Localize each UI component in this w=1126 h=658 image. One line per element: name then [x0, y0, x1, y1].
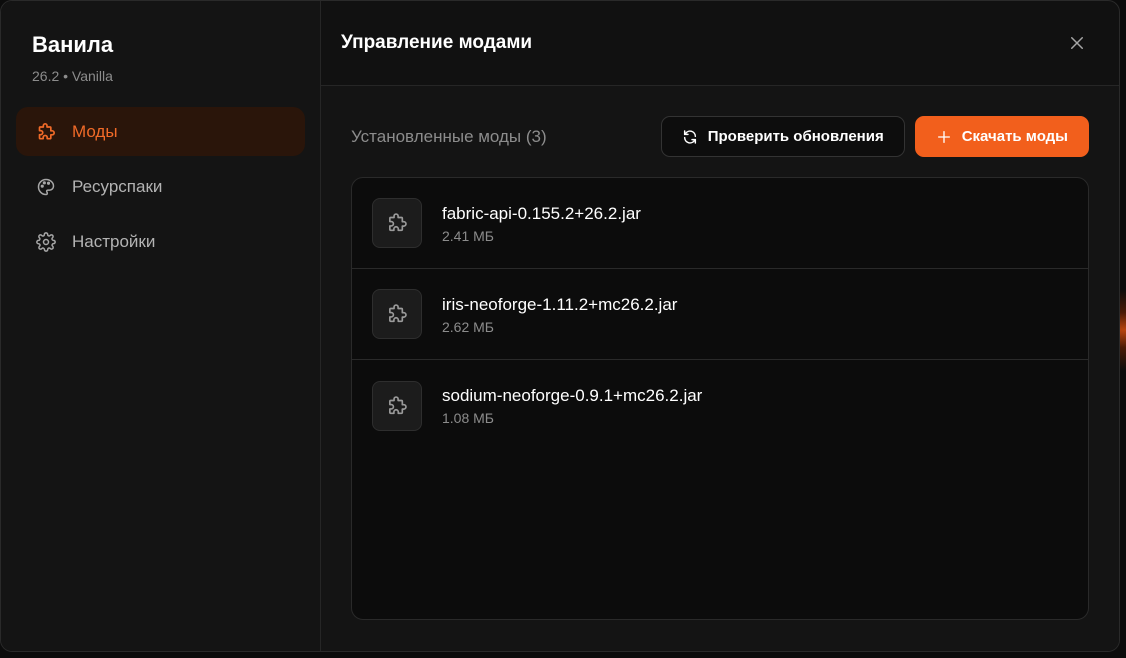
puzzle-icon: [372, 198, 422, 248]
mod-size: 2.41 МБ: [442, 227, 494, 244]
mod-size: 1.08 МБ: [442, 410, 494, 426]
plus-icon: [937, 130, 950, 143]
mod-info: sodium-neoforge-0.9.1+mc26.2.jar 1.08 МБ: [442, 385, 702, 426]
mod-item[interactable]: sodium-neoforge-0.9.1+mc26.2.jar 1.08 МБ: [352, 360, 1088, 451]
mod-item[interactable]: iris-neoforge-1.11.2+mc26.2.jar 2.62 МБ: [352, 269, 1088, 360]
puzzle-icon: [372, 289, 422, 339]
mod-info: iris-neoforge-1.11.2+mc26.2.jar 2.62 МБ: [442, 294, 677, 335]
page-title: Управление модами: [341, 32, 533, 53]
instance-version: 26.2 • Vanilla: [32, 68, 113, 84]
main-panel: Управление модами Установленные моды (3): [321, 1, 1119, 651]
puzzle-icon: [372, 380, 422, 431]
mod-item[interactable]: fabric-api-0.155.2+26.2.jar 2.41 МБ: [352, 178, 1088, 269]
sidebar-item-label: Настройки: [72, 231, 156, 251]
mod-info: fabric-api-0.155.2+26.2.jar 2.41 МБ: [442, 203, 641, 244]
download-mods-button[interactable]: Скачать моды: [914, 116, 1089, 157]
puzzle-icon: [36, 122, 56, 142]
close-button[interactable]: [1065, 31, 1089, 55]
mod-name: iris-neoforge-1.11.2+mc26.2.jar: [442, 294, 678, 314]
mod-name: fabric-api-0.155.2+26.2.jar: [442, 203, 641, 223]
main-body: Установленные моды (3) Проверить обновле…: [321, 86, 1119, 651]
installed-mods-heading: Установленные моды (3): [351, 126, 547, 146]
mod-manager-dialog: Ванила 26.2 • Vanilla Моды Ресурспаки На…: [0, 0, 1120, 652]
sidebar: Ванила 26.2 • Vanilla Моды Ресурспаки На…: [1, 1, 321, 651]
instance-title: Ванила: [32, 32, 114, 57]
sidebar-item-mods[interactable]: Моды: [16, 107, 305, 156]
palette-icon: [36, 177, 56, 197]
main-header: Управление модами: [321, 1, 1119, 86]
mod-size: 2.62 МБ: [442, 318, 494, 335]
sidebar-item-resourcepacks[interactable]: Ресурспаки: [16, 162, 305, 211]
mods-toolbar: Установленные моды (3) Проверить обновле…: [351, 116, 1089, 157]
sidebar-item-settings[interactable]: Настройки: [16, 217, 305, 266]
sidebar-item-label: Моды: [72, 121, 118, 141]
close-icon: [1071, 37, 1083, 49]
toolbar-actions: Проверить обновления Скачать моды: [660, 116, 1089, 157]
mods-list: fabric-api-0.155.2+26.2.jar 2.41 МБ iris…: [351, 177, 1089, 620]
refresh-icon: [683, 129, 696, 144]
check-updates-button[interactable]: Проверить обновления: [660, 116, 905, 157]
gear-icon: [36, 231, 56, 252]
sidebar-item-label: Ресурспаки: [72, 176, 163, 196]
download-mods-label: Скачать моды: [961, 128, 1068, 145]
sidebar-nav: Моды Ресурспаки Настройки: [16, 107, 305, 266]
mod-name: sodium-neoforge-0.9.1+mc26.2.jar: [442, 386, 703, 405]
check-updates-label: Проверить обновления: [707, 128, 884, 145]
